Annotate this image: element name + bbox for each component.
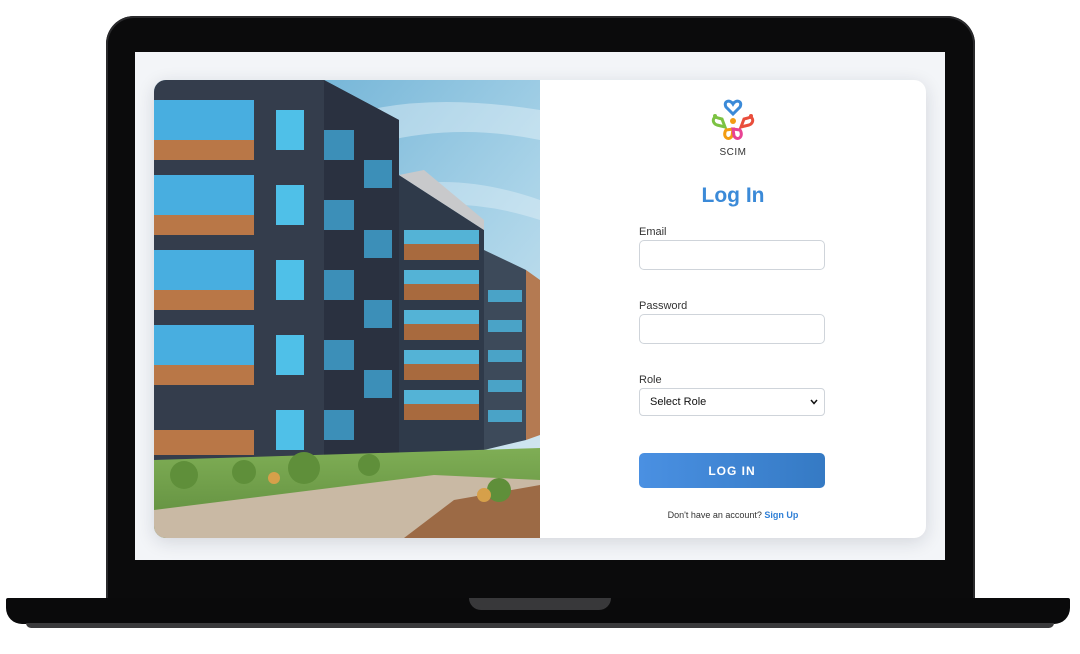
laptop-screen: SCIM Log In Email Password Role Select R… [135,52,945,560]
role-select-value: Select Role [650,396,707,408]
laptop-base-lip [26,623,1054,628]
login-button[interactable]: LOG IN [639,453,825,488]
brand-name: SCIM [719,147,747,158]
laptop-notch [469,598,611,610]
heart-cluster-logo-icon [708,96,758,146]
building-illustration [154,80,540,538]
signup-link[interactable]: Sign Up [764,510,798,520]
role-label: Role [639,374,662,386]
signup-prompt: Don't have an account? Sign Up [583,510,883,520]
login-form: SCIM Log In Email Password Role Select R… [540,80,926,538]
password-label: Password [639,300,688,312]
email-field[interactable] [639,240,825,270]
login-card: SCIM Log In Email Password Role Select R… [154,80,926,538]
laptop-mockup: SCIM Log In Email Password Role Select R… [0,0,1080,654]
password-field[interactable] [639,314,825,344]
chevron-down-icon [810,398,818,406]
page-title: Log In [701,184,765,207]
signup-prompt-text: Don't have an account? [667,510,762,520]
role-select[interactable]: Select Role [639,388,825,416]
email-label: Email [639,226,667,238]
apartment-building-photo [154,80,540,538]
